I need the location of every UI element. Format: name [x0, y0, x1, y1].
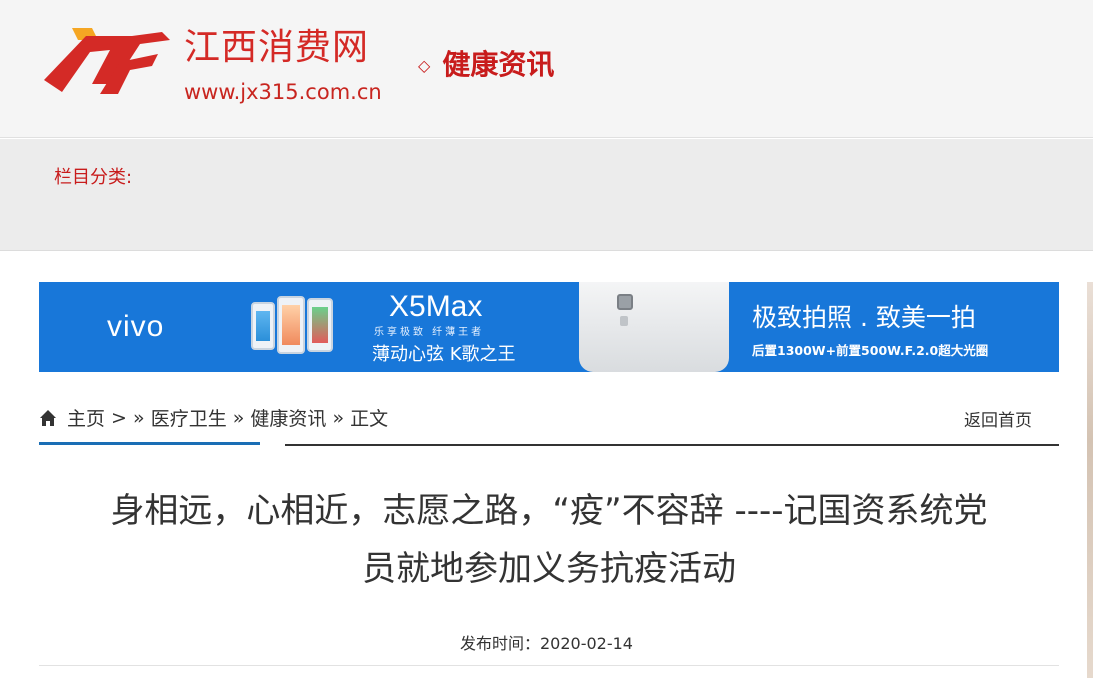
banner-ad[interactable]: vivo X5Max 乐享极致 纤薄王者 薄动心弦 K歌之王 极致拍照 . 致美…: [39, 282, 1059, 372]
article-title-line-2: 员就地参加义务抗疫活动: [362, 549, 736, 589]
back-home-link[interactable]: 返回首页: [964, 406, 1032, 431]
site-name[interactable]: 江西消费网: [184, 26, 369, 70]
banner-slogan: 极致拍照 . 致美一拍: [752, 303, 976, 332]
article-divider: [39, 665, 1059, 666]
channel-heading: ◇ 健康资讯: [418, 46, 554, 84]
phone-image-3: [307, 298, 333, 352]
side-image-edge: [1087, 282, 1093, 678]
phone-image-1: [251, 302, 275, 350]
banner-tagline: 薄动心弦 K歌之王: [372, 344, 516, 365]
site-logo-icon[interactable]: [40, 22, 172, 102]
camera-lens-icon: [617, 294, 633, 310]
category-label: 栏目分类:: [54, 167, 133, 188]
diamond-icon: ◇: [418, 55, 431, 75]
breadcrumb-home[interactable]: 主页: [67, 404, 105, 431]
breadcrumb-underline: [285, 444, 1059, 446]
site-header: 江西消费网 www.jx315.com.cn ◇ 健康资讯: [0, 0, 1093, 138]
breadcrumb-underline-accent: [39, 442, 260, 445]
banner-tagline-small: 乐享极致 纤薄王者: [374, 327, 485, 338]
home-icon: [40, 409, 56, 426]
phone-back-image: [579, 282, 729, 372]
breadcrumb-level-medical[interactable]: 医疗卫生: [151, 404, 227, 431]
publish-time: 发布时间：2020-02-14: [460, 634, 633, 653]
channel-title[interactable]: 健康资讯: [442, 46, 554, 84]
article-title: 身相远，心相近，志愿之路，“疫”不容辞 ----记国资系统党 员就地参加义务抗疫…: [39, 482, 1059, 598]
banner-spec: 后置1300W+前置500W.F.2.0超大光圈: [752, 343, 989, 358]
site-url[interactable]: www.jx315.com.cn: [184, 80, 382, 104]
breadcrumb: 主页 > » 医疗卫生 » 健康资讯 » 正文: [39, 404, 388, 431]
category-bar: 栏目分类:: [0, 139, 1093, 251]
phone-image-2: [277, 296, 305, 354]
banner-brand: vivo: [107, 310, 165, 343]
breadcrumb-separator: > »: [105, 406, 151, 429]
article-title-line-1: 身相远，心相近，志愿之路，“疫”不容辞 ----记国资系统党: [110, 491, 988, 531]
flash-icon: [620, 316, 628, 326]
breadcrumb-level-health[interactable]: 健康资讯: [250, 404, 326, 431]
breadcrumb-separator: »: [326, 406, 351, 429]
breadcrumb-separator: »: [226, 406, 251, 429]
banner-model: X5Max: [389, 290, 483, 323]
breadcrumb-current: 正文: [350, 408, 389, 430]
